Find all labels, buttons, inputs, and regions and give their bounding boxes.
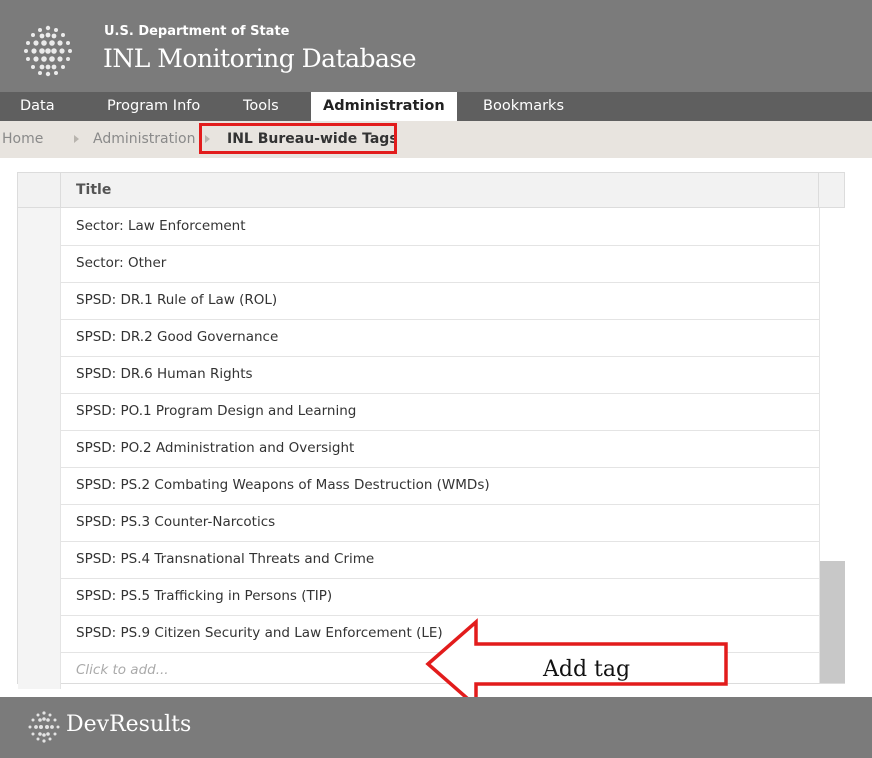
grid-header: Title xyxy=(18,173,844,208)
table-row[interactable]: Sector: Other xyxy=(18,245,819,283)
table-row[interactable]: SPSD: DR.6 Human Rights xyxy=(18,356,819,394)
add-tag-annotation-label: Add tag xyxy=(543,657,631,682)
table-row[interactable]: SPSD: PS.5 Trafficking in Persons (TIP) xyxy=(18,578,819,616)
row-number-cell xyxy=(18,393,61,430)
nav-tab-administration[interactable]: Administration xyxy=(311,92,457,121)
app-footer: DevResults xyxy=(0,697,872,758)
tag-title-cell[interactable]: SPSD: PS.2 Combating Weapons of Mass Des… xyxy=(76,467,490,504)
row-number-cell xyxy=(18,282,61,319)
scrollbar-thumb[interactable] xyxy=(820,561,845,683)
tag-title-cell[interactable]: SPSD: PS.3 Counter-Narcotics xyxy=(76,504,275,541)
tag-title-cell[interactable]: SPSD: PS.9 Citizen Security and Law Enfo… xyxy=(76,615,443,652)
column-header-spacer xyxy=(818,173,845,207)
row-number-cell xyxy=(18,208,61,245)
table-row[interactable]: SPSD: DR.2 Good Governance xyxy=(18,319,819,357)
breadcrumb-highlight-box xyxy=(199,123,397,154)
breadcrumb-administration[interactable]: Administration xyxy=(93,121,195,158)
breadcrumb: Home Administration INL Bureau-wide Tags xyxy=(0,121,872,158)
nav-tab-bookmarks[interactable]: Bookmarks xyxy=(471,92,576,121)
tag-title-cell[interactable]: SPSD: DR.6 Human Rights xyxy=(76,356,253,393)
table-row[interactable]: SPSD: PS.2 Combating Weapons of Mass Des… xyxy=(18,467,819,505)
devresults-logo-icon xyxy=(28,711,60,743)
header-spacer xyxy=(0,80,872,92)
nav-tab-program-info[interactable]: Program Info xyxy=(95,92,212,121)
tag-title-cell[interactable]: SPSD: PO.2 Administration and Oversight xyxy=(76,430,354,467)
breadcrumb-home[interactable]: Home xyxy=(2,121,43,158)
table-row[interactable]: SPSD: PS.4 Transnational Threats and Cri… xyxy=(18,541,819,579)
row-number-cell xyxy=(18,504,61,541)
breadcrumb-separator-icon xyxy=(74,135,79,143)
nav-tab-tools[interactable]: Tools xyxy=(231,92,291,121)
row-number-cell xyxy=(18,578,61,615)
tag-title-cell[interactable]: SPSD: DR.1 Rule of Law (ROL) xyxy=(76,282,277,319)
row-number-cell xyxy=(18,430,61,467)
row-number-cell xyxy=(18,245,61,282)
tag-title-cell[interactable]: SPSD: PS.4 Transnational Threats and Cri… xyxy=(76,541,374,578)
row-number-cell xyxy=(18,652,61,689)
tag-title-cell[interactable]: Sector: Law Enforcement xyxy=(76,208,246,245)
globe-logo-icon xyxy=(24,25,72,77)
table-row[interactable]: SPSD: DR.1 Rule of Law (ROL) xyxy=(18,282,819,320)
app-header: U.S. Department of State INL Monitoring … xyxy=(0,0,872,80)
app-title: INL Monitoring Database xyxy=(103,44,417,73)
row-number-cell xyxy=(18,356,61,393)
row-number-cell xyxy=(18,615,61,652)
nav-tab-data[interactable]: Data xyxy=(8,92,67,121)
row-number-cell xyxy=(18,319,61,356)
footer-brand: DevResults xyxy=(66,712,192,737)
row-number-header xyxy=(18,173,61,207)
table-row[interactable]: SPSD: PO.2 Administration and Oversight xyxy=(18,430,819,468)
table-row[interactable]: SPSD: PO.1 Program Design and Learning xyxy=(18,393,819,431)
table-row[interactable]: Sector: Law Enforcement xyxy=(18,208,819,246)
row-number-cell xyxy=(18,541,61,578)
grid-scrollbar[interactable] xyxy=(819,208,845,683)
tag-title-cell[interactable]: SPSD: PO.1 Program Design and Learning xyxy=(76,393,356,430)
table-row[interactable]: SPSD: PS.3 Counter-Narcotics xyxy=(18,504,819,542)
tags-grid: Title Sector: Law Enforcement Sector: Ot… xyxy=(17,172,845,689)
main-nav: Data Program Info Tools Administration B… xyxy=(0,92,872,121)
tag-title-cell[interactable]: SPSD: PS.5 Trafficking in Persons (TIP) xyxy=(76,578,332,615)
tag-title-cell[interactable]: SPSD: DR.2 Good Governance xyxy=(76,319,278,356)
tag-title-cell[interactable]: Sector: Other xyxy=(76,245,166,282)
row-number-cell xyxy=(18,467,61,504)
column-header-title[interactable]: Title xyxy=(76,173,111,207)
add-tag-input[interactable]: Click to add... xyxy=(76,652,169,689)
department-name: U.S. Department of State xyxy=(104,24,290,39)
